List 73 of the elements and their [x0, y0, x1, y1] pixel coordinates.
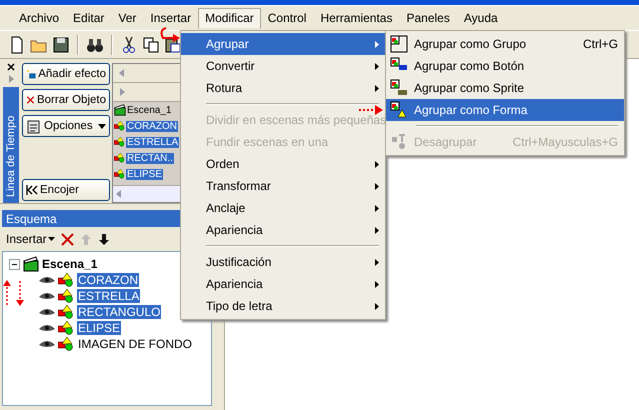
- add-effect-button[interactable]: Añadir efecto: [22, 63, 110, 85]
- menu-item[interactable]: Modificar: [198, 8, 261, 28]
- eye-icon: [39, 307, 55, 317]
- tree-item[interactable]: IMAGEN DE FONDO: [77, 337, 194, 351]
- scene-label: Escena_1: [127, 104, 172, 116]
- clipboard-icon: [26, 118, 42, 134]
- curved-arrow-icon: [158, 26, 180, 44]
- delete-object-button[interactable]: Borrar Objeto: [22, 89, 110, 111]
- shapes-icon: [58, 337, 74, 351]
- insert-button[interactable]: Insertar: [6, 232, 55, 246]
- menu-option[interactable]: Tipo de letra: [181, 295, 385, 317]
- tree-item[interactable]: RECTANGULO: [77, 305, 162, 319]
- menu-item[interactable]: Ayuda: [456, 8, 505, 28]
- shapes-icon: [114, 153, 125, 163]
- menu-option[interactable]: Apariencia: [181, 273, 385, 295]
- dropdown-caret-icon: [98, 124, 106, 128]
- save-icon[interactable]: [52, 36, 70, 54]
- delete-x-icon[interactable]: [60, 232, 74, 246]
- collapse-button[interactable]: Encojer: [22, 179, 110, 201]
- menu-item[interactable]: Paneles: [399, 8, 457, 28]
- collapse-toggle-icon[interactable]: [9, 258, 20, 270]
- scrollbar[interactable]: [113, 185, 181, 202]
- ungroup-icon: [390, 133, 408, 151]
- menu-option[interactable]: Agrupar: [181, 33, 385, 55]
- menu-item[interactable]: Control: [260, 8, 314, 28]
- shapes-icon: [58, 273, 74, 287]
- group-icon: [390, 35, 408, 53]
- timeline-row[interactable]: ELIPSE: [126, 168, 164, 180]
- shapes-icon: [114, 137, 125, 147]
- menu-item[interactable]: Archivo: [12, 8, 66, 28]
- eye-icon: [39, 323, 55, 333]
- up-down-arrows-icon: [3, 280, 25, 306]
- menu-option[interactable]: Agrupar como Forma: [386, 99, 624, 121]
- menu-option[interactable]: Rotura: [181, 77, 385, 99]
- double-left-arrow-icon: [26, 185, 38, 195]
- menu-option[interactable]: Orden: [181, 153, 385, 175]
- shapes-icon: [58, 305, 74, 319]
- timeline-tab[interactable]: Linea de Tiempo: [3, 87, 19, 203]
- dotted-arrow-icon: [359, 105, 383, 115]
- scissors-icon[interactable]: [120, 36, 138, 54]
- tree-item[interactable]: CORAZON: [77, 273, 139, 287]
- eye-icon: [39, 291, 55, 301]
- eye-icon: [39, 339, 55, 349]
- menu-option[interactable]: Agrupar como Grupo Ctrl+G: [386, 33, 624, 55]
- shapes-icon: [114, 121, 125, 131]
- menu-item[interactable]: Editar: [66, 8, 112, 28]
- menu-item[interactable]: Ver: [111, 8, 144, 28]
- shapes-icon: [58, 289, 74, 303]
- group-film-icon: [390, 79, 408, 97]
- timeline-row[interactable]: RECTAN..: [126, 152, 174, 164]
- timeline-row[interactable]: CORAZON: [126, 120, 178, 132]
- dropdown-caret-icon: [48, 237, 55, 241]
- down-arrow-icon[interactable]: [98, 232, 110, 246]
- tree-item[interactable]: ESTRELLA: [77, 289, 140, 303]
- menu-option[interactable]: Justificación: [181, 251, 385, 273]
- options-button[interactable]: Opciones: [22, 115, 110, 137]
- tree-item[interactable]: ELIPSE: [77, 321, 122, 335]
- shapes-icon: [114, 169, 125, 179]
- menu-item[interactable]: Herramientas: [313, 8, 400, 28]
- menu-option[interactable]: Convertir: [181, 55, 385, 77]
- clapperboard-icon: [23, 256, 39, 272]
- menu-option[interactable]: Agrupar como Botón: [386, 55, 624, 77]
- timeline-row[interactable]: ESTRELLA: [126, 136, 180, 148]
- menu-option[interactable]: Agrupar como Sprite: [386, 77, 624, 99]
- clapperboard-icon: [114, 104, 126, 116]
- close-icon[interactable]: [7, 63, 15, 71]
- eye-icon: [39, 275, 55, 285]
- tree-item[interactable]: Escena_1: [42, 257, 98, 271]
- menu-option[interactable]: Transformar: [181, 175, 385, 197]
- copy-icon[interactable]: [142, 36, 160, 54]
- shapes-icon: [58, 321, 74, 335]
- group-shapes-icon: [390, 101, 408, 119]
- menu-item[interactable]: Insertar: [143, 8, 198, 28]
